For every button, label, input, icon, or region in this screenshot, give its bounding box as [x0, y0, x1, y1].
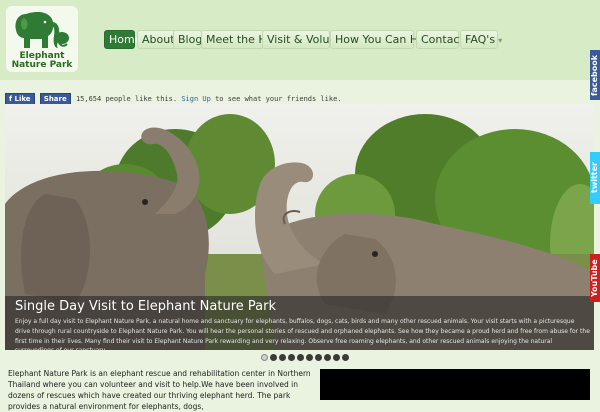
slider-dot[interactable] [333, 354, 340, 361]
nav-about[interactable]: About▾ [137, 30, 182, 49]
slider-dot[interactable] [306, 354, 313, 361]
like-count: 15,654 people like this. [75, 95, 178, 103]
slide-caption: Single Day Visit to Elephant Nature Park… [5, 296, 594, 350]
twitter-tab-label: twitter [590, 162, 599, 194]
youtube-side-tab[interactable]: YouTube [590, 254, 600, 302]
nav-contact[interactable]: Contact▾ [416, 30, 471, 49]
facebook-tab-label: facebook [590, 54, 599, 96]
youtube-tab-label: YouTube [590, 259, 599, 297]
nav-how-you-can-help[interactable]: How You Can Help▾ [330, 30, 442, 49]
slide-title[interactable]: Single Day Visit to Elephant Nature Park [15, 299, 276, 315]
nav-about-label: About [142, 33, 175, 46]
hero-slider[interactable]: Single Day Visit to Elephant Nature Park… [5, 104, 594, 350]
slider-dot[interactable] [261, 354, 268, 361]
slider-dot[interactable] [297, 354, 304, 361]
site-logo[interactable]: Elephant Nature Park [6, 6, 78, 72]
nav-contact-label: Contact [421, 33, 464, 46]
nav-faqs-label: FAQ's [465, 33, 496, 46]
video-embed[interactable] [320, 369, 590, 400]
signup-suffix: to see what your friends like. [215, 95, 342, 103]
signup-link[interactable]: Sign Up [181, 95, 211, 103]
nav-visit-volunteer[interactable]: Visit & Volunteer [262, 30, 359, 49]
slider-dot[interactable] [342, 354, 349, 361]
nav-meet-the-herd[interactable]: Meet the Herd [201, 30, 285, 49]
like-label: Like [14, 95, 31, 103]
slider-dot[interactable] [270, 354, 277, 361]
slider-dot[interactable] [324, 354, 331, 361]
nav-faqs[interactable]: FAQ's ▾ [460, 30, 502, 49]
logo-wordmark: Elephant Nature Park [6, 52, 78, 70]
chevron-down-icon: ▾ [498, 36, 503, 45]
nav-blog[interactable]: Blog [173, 30, 202, 49]
nav-blog-label: Blog [178, 33, 203, 46]
elephant-logo-icon [15, 12, 69, 48]
share-label: Share [43, 95, 67, 103]
slider-dot[interactable] [288, 354, 295, 361]
slide-description: Enjoy a full day visit to Elephant Natur… [15, 318, 590, 350]
site-header: Elephant Nature Park Home About▾ Blog Me… [0, 0, 600, 80]
nav-home[interactable]: Home [104, 30, 141, 49]
slider-dot[interactable] [315, 354, 322, 361]
twitter-side-tab[interactable]: twitter [590, 152, 600, 204]
intro-text: Elephant Nature Park is an elephant resc… [8, 369, 311, 411]
slider-dot[interactable] [279, 354, 286, 361]
facebook-side-tab[interactable]: facebook [590, 50, 600, 100]
logo-line-2: Nature Park [11, 60, 73, 70]
